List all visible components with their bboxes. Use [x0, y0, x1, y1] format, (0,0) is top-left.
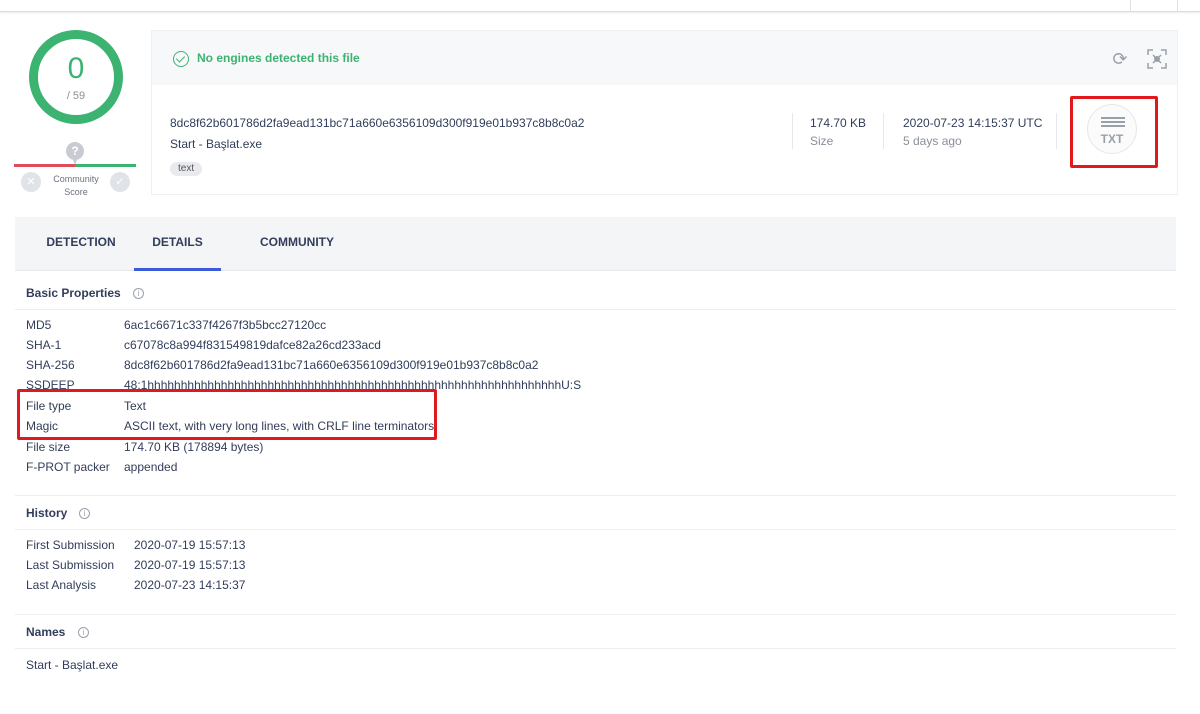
property-value[interactable]: 6ac1c6671c337f4267f3b5bcc27120cc	[124, 318, 326, 332]
file-hash[interactable]: 8dc8f62b601786d2fa9ead131bc71a660e635610…	[170, 116, 584, 130]
property-key: F-PROT packer	[26, 460, 110, 474]
score-detections: 0	[67, 52, 85, 85]
top-bar-tab-stub[interactable]	[1130, 0, 1178, 12]
highlight-box-file-type	[1070, 96, 1158, 168]
property-value: 174.70 KB (178894 bytes)	[124, 440, 264, 454]
property-key: MD5	[26, 318, 52, 332]
history-value: 2020-07-23 14:15:37	[134, 578, 246, 592]
analysis-date-value: 2020-07-23 14:15:37 UTC	[903, 116, 1043, 130]
history-key: First Submission	[26, 538, 115, 552]
check-circle-icon	[173, 51, 189, 67]
vote-harmless-icon[interactable]: ✓	[110, 172, 130, 192]
divider	[1056, 113, 1057, 149]
property-key: SHA-256	[26, 358, 75, 372]
property-key: SHA-1	[26, 338, 62, 352]
score-total: / 59	[66, 90, 86, 102]
top-bar	[0, 0, 1200, 12]
similar-files-icon[interactable]	[1146, 48, 1168, 70]
divider	[792, 113, 793, 149]
reanalyze-icon[interactable]: ⟳	[1110, 49, 1130, 69]
divider	[15, 495, 1176, 496]
community-score-label: Community Score	[53, 174, 99, 197]
divider	[15, 529, 1176, 530]
file-size-value: 174.70 KB	[810, 116, 867, 130]
tab-community[interactable]: COMMUNITY	[247, 217, 347, 271]
info-icon[interactable]: i	[133, 288, 144, 299]
file-summary-card: No engines detected this file ⟳ 8dc8f62b…	[151, 30, 1178, 195]
history-value: 2020-07-19 15:57:13	[134, 538, 246, 552]
question-icon: ?	[66, 142, 84, 165]
section-title-basic-properties: Basic Properties	[26, 286, 121, 300]
divider	[15, 614, 1176, 615]
detection-score-widget: 0 / 59 ? ✕ Community Score ✓	[14, 30, 138, 200]
property-value: appended	[124, 460, 178, 474]
divider	[15, 309, 1176, 310]
file-name: Start - Başlat.exe	[170, 137, 263, 151]
divider	[883, 113, 884, 149]
property-value[interactable]: c67078c8a994f831549819dafce82a26cd233acd	[124, 338, 381, 352]
property-value[interactable]: 8dc8f62b601786d2fa9ead131bc71a660e635610…	[124, 358, 538, 372]
info-icon[interactable]: i	[79, 508, 90, 519]
section-title-history: History	[26, 506, 68, 520]
highlight-box-file-type-magic	[17, 389, 437, 440]
name-item: Start - Başlat.exe	[26, 658, 119, 672]
history-key: Last Analysis	[26, 578, 97, 592]
status-text: No engines detected this file	[197, 51, 360, 65]
tab-details[interactable]: DETAILS	[134, 217, 221, 271]
vote-harmful-icon[interactable]: ✕	[21, 172, 41, 192]
tab-bar: DETECTION DETAILS COMMUNITY	[15, 217, 1176, 271]
file-size-label: Size	[810, 134, 834, 148]
history-value: 2020-07-19 15:57:13	[134, 558, 246, 572]
file-tag[interactable]: text	[170, 162, 203, 176]
community-score-bar	[14, 164, 136, 167]
section-title-names: Names	[26, 625, 66, 639]
analysis-date-relative: 5 days ago	[903, 134, 962, 148]
tab-detection[interactable]: DETECTION	[31, 217, 131, 271]
property-key: File size	[26, 440, 71, 454]
history-key: Last Submission	[26, 558, 115, 572]
info-icon[interactable]: i	[78, 627, 89, 638]
divider	[15, 648, 1176, 649]
